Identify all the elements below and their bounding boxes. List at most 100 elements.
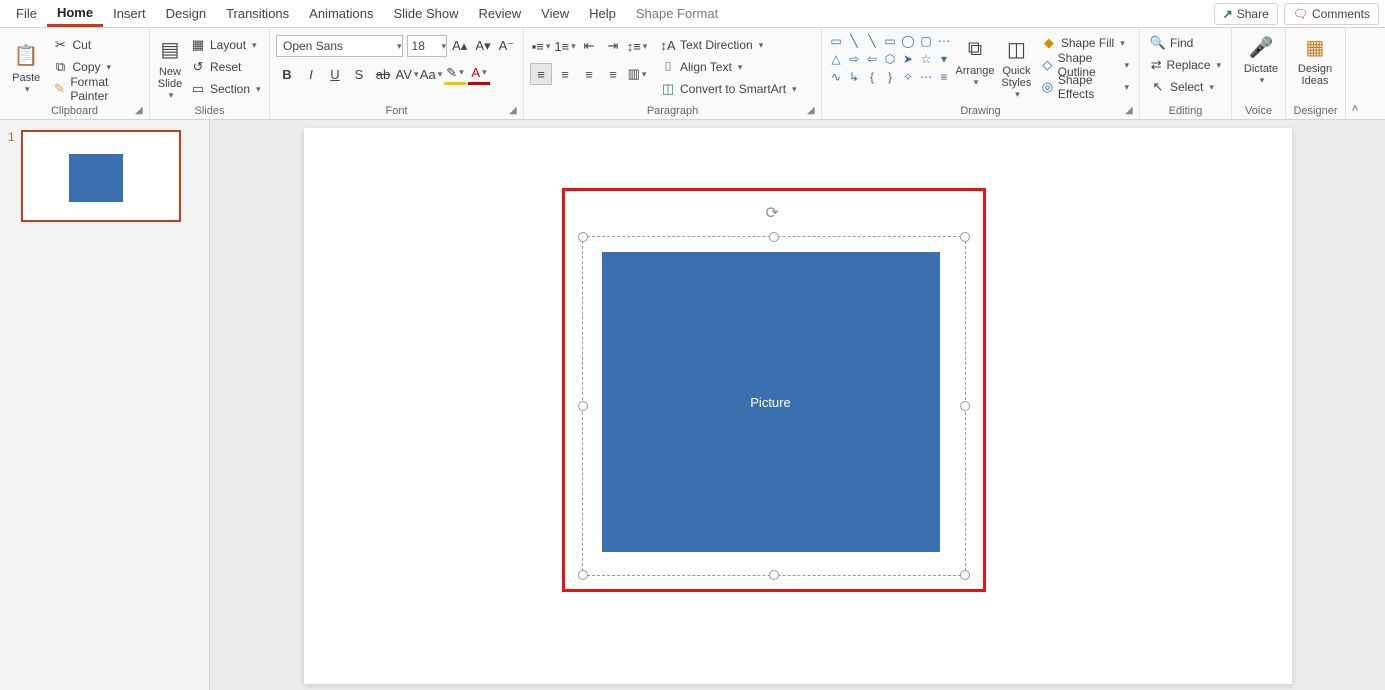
shape-arrow2-icon[interactable]: ⇦ bbox=[864, 51, 880, 67]
tab-insert[interactable]: Insert bbox=[103, 2, 156, 25]
replace-button[interactable]: ⇄ Replace ▾ bbox=[1146, 55, 1225, 75]
font-color-button[interactable]: A▾ bbox=[468, 63, 490, 85]
shape-oval-icon[interactable]: ◯ bbox=[900, 33, 916, 49]
align-right-button[interactable]: ≡ bbox=[578, 63, 600, 85]
handle-middle-right[interactable] bbox=[960, 401, 970, 411]
convert-smartart-button[interactable]: ◫ Convert to SmartArt ▾ bbox=[656, 79, 801, 99]
shape-connector-icon[interactable]: ↳ bbox=[846, 69, 862, 85]
font-name-combo[interactable]: Open Sans ▾ bbox=[276, 35, 403, 57]
tab-shape-format[interactable]: Shape Format bbox=[626, 2, 728, 25]
share-button[interactable]: ↗ Share bbox=[1214, 3, 1278, 25]
tab-design[interactable]: Design bbox=[156, 2, 216, 25]
reset-button[interactable]: ↺ Reset bbox=[186, 57, 265, 77]
char-spacing-button[interactable]: AV▾ bbox=[396, 63, 418, 85]
shape-brace-icon[interactable]: { bbox=[864, 69, 880, 85]
highlight-button[interactable]: ✎▾ bbox=[444, 63, 466, 85]
shape-line-icon[interactable]: ╲ bbox=[846, 33, 862, 49]
shape-arrowblk-icon[interactable]: ➤ bbox=[900, 51, 916, 67]
selection-box[interactable]: ⟳ bbox=[582, 236, 966, 576]
shapes-gallery[interactable]: ▭ ╲ ╲ ▭ ◯ ▢ ⋯ △ ⇨ ⇦ ⬡ ➤ ☆ ▾ ∿ ↳ { } ✧ ⋯ bbox=[828, 33, 952, 85]
shape-line2-icon[interactable]: ╲ bbox=[864, 33, 880, 49]
handle-bottom-right[interactable] bbox=[960, 570, 970, 580]
change-case-button[interactable]: Aa▾ bbox=[420, 63, 442, 85]
grow-font-button[interactable]: A▴ bbox=[449, 35, 470, 57]
cut-button[interactable]: ✂ Cut bbox=[49, 35, 144, 55]
paste-button[interactable]: 📋 Paste ▾ bbox=[6, 40, 47, 95]
find-button[interactable]: 🔍 Find bbox=[1146, 33, 1225, 53]
shape-hex-icon[interactable]: ⬡ bbox=[882, 51, 898, 67]
justify-button[interactable]: ≡ bbox=[602, 63, 624, 85]
tab-home[interactable]: Home bbox=[47, 1, 103, 27]
tab-view[interactable]: View bbox=[531, 2, 579, 25]
bold-button[interactable]: B bbox=[276, 63, 298, 85]
shape-rect-icon[interactable]: ▭ bbox=[882, 33, 898, 49]
design-ideas-button[interactable]: ▦ Design Ideas bbox=[1292, 31, 1338, 87]
shape-more1-icon[interactable]: ⋯ bbox=[936, 33, 952, 49]
layout-button[interactable]: ▦ Layout ▾ bbox=[186, 35, 265, 55]
format-painter-button[interactable]: ✎ Format Painter bbox=[49, 79, 144, 99]
text-direction-button[interactable]: ↕A Text Direction ▾ bbox=[656, 35, 801, 55]
handle-middle-left[interactable] bbox=[578, 401, 588, 411]
thumbnail-preview[interactable] bbox=[21, 130, 181, 222]
align-left-button[interactable]: ≡ bbox=[530, 63, 552, 85]
shape-more4-icon[interactable]: ≡ bbox=[936, 69, 952, 85]
shape-more2-icon[interactable]: ▾ bbox=[936, 51, 952, 67]
increase-indent-button[interactable]: ⇥ bbox=[602, 35, 624, 57]
arrange-button[interactable]: ⧉ Arrange ▾ bbox=[954, 33, 996, 88]
decrease-indent-button[interactable]: ⇤ bbox=[578, 35, 600, 57]
rotate-handle-icon[interactable]: ⟳ bbox=[766, 203, 782, 219]
italic-button[interactable]: I bbox=[300, 63, 322, 85]
handle-bottom-middle[interactable] bbox=[769, 570, 779, 580]
tab-help[interactable]: Help bbox=[579, 2, 626, 25]
bullets-button[interactable]: ▪≡▾ bbox=[530, 35, 552, 57]
new-slide-button[interactable]: ▤ New Slide ▾ bbox=[156, 34, 184, 101]
handle-top-middle[interactable] bbox=[769, 232, 779, 242]
align-text-button[interactable]: ⌷ Align Text ▾ bbox=[656, 57, 801, 77]
handle-top-left[interactable] bbox=[578, 232, 588, 242]
font-size-combo[interactable]: 18 ▾ bbox=[407, 35, 448, 57]
shape-curve-icon[interactable]: ∿ bbox=[828, 69, 844, 85]
copy-button[interactable]: ⧉ Copy ▾ bbox=[49, 57, 144, 77]
shape-effects-button[interactable]: ◎ Shape Effects ▾ bbox=[1037, 77, 1133, 97]
columns-button[interactable]: ▥▾ bbox=[626, 63, 648, 85]
shadow-button[interactable]: S bbox=[348, 63, 370, 85]
align-center-button[interactable]: ≡ bbox=[554, 63, 576, 85]
thumbnail-panel[interactable]: 1 bbox=[0, 120, 210, 690]
shape-fill-button[interactable]: ◆ Shape Fill ▾ bbox=[1037, 33, 1133, 53]
shape-arrow-icon[interactable]: ⇨ bbox=[846, 51, 862, 67]
select-button[interactable]: ↖ Select ▾ bbox=[1146, 77, 1225, 97]
tab-animations[interactable]: Animations bbox=[299, 2, 383, 25]
comments-button[interactable]: 🗨 Comments bbox=[1284, 3, 1379, 25]
handle-top-right[interactable] bbox=[960, 232, 970, 242]
shape-roundrect-icon[interactable]: ▢ bbox=[918, 33, 934, 49]
shrink-font-button[interactable]: A▾ bbox=[472, 35, 493, 57]
tab-transitions[interactable]: Transitions bbox=[216, 2, 299, 25]
strike-button[interactable]: ab bbox=[372, 63, 394, 85]
tab-review[interactable]: Review bbox=[469, 2, 532, 25]
line-spacing-button[interactable]: ↕≡▾ bbox=[626, 35, 648, 57]
thumbnail-item[interactable]: 1 bbox=[8, 130, 201, 222]
quick-styles-button[interactable]: ◫ Quick Styles ▾ bbox=[998, 33, 1035, 100]
collapse-ribbon-button[interactable]: ˄ bbox=[1346, 28, 1364, 119]
handle-bottom-left[interactable] bbox=[578, 570, 588, 580]
dictate-button[interactable]: 🎤 Dictate ▾ bbox=[1238, 31, 1284, 86]
clipboard-dialog-launcher[interactable]: ◢ bbox=[135, 105, 147, 117]
shape-triangle-icon[interactable]: △ bbox=[828, 51, 844, 67]
paragraph-dialog-launcher[interactable]: ◢ bbox=[807, 105, 819, 117]
shape-brace2-icon[interactable]: } bbox=[882, 69, 898, 85]
tab-slideshow[interactable]: Slide Show bbox=[383, 2, 468, 25]
shape-outline-button[interactable]: ◇ Shape Outline ▾ bbox=[1037, 55, 1133, 75]
clear-format-button[interactable]: A⁻ bbox=[496, 35, 517, 57]
underline-button[interactable]: U bbox=[324, 63, 346, 85]
shape-star-icon[interactable]: ☆ bbox=[918, 51, 934, 67]
slide[interactable]: Picture ⟳ bbox=[304, 128, 1292, 684]
font-dialog-launcher[interactable]: ◢ bbox=[509, 105, 521, 117]
canvas-area[interactable]: Picture ⟳ bbox=[210, 120, 1385, 690]
section-button[interactable]: ▭ Section ▾ bbox=[186, 79, 265, 99]
shape-more3-icon[interactable]: ⋯ bbox=[918, 69, 934, 85]
numbering-button[interactable]: 1≡▾ bbox=[554, 35, 576, 57]
drawing-dialog-launcher[interactable]: ◢ bbox=[1125, 105, 1137, 117]
shape-callout-icon[interactable]: ✧ bbox=[900, 69, 916, 85]
shape-textbox-icon[interactable]: ▭ bbox=[828, 33, 844, 49]
tab-file[interactable]: File bbox=[6, 2, 47, 25]
